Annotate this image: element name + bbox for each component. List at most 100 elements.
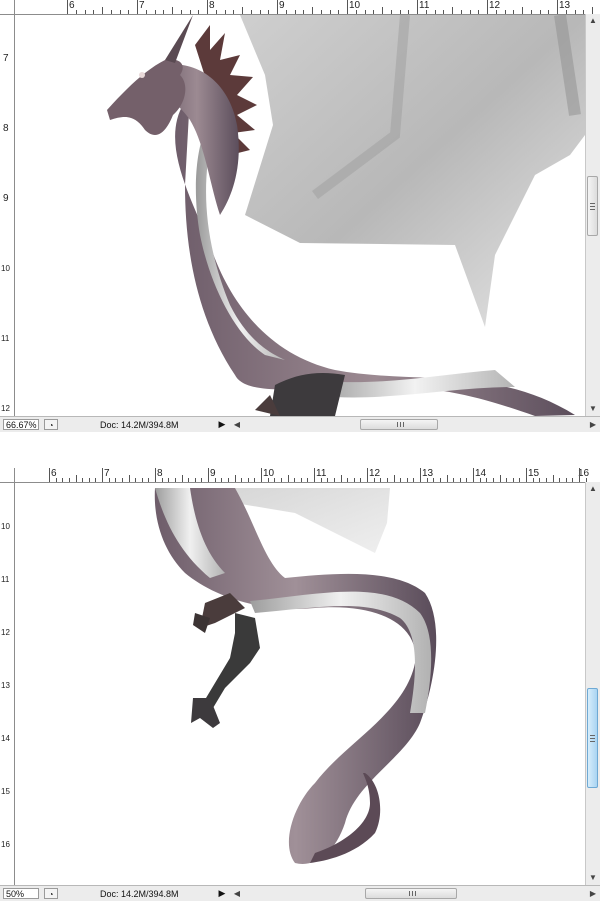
ruler-label: 16	[1, 840, 10, 849]
ruler-tick	[241, 478, 243, 482]
ruler-tick	[373, 478, 375, 482]
scroll-up-icon[interactable]: ▲	[586, 14, 600, 28]
ruler-tick	[545, 478, 547, 482]
status-bar: 66.67% ◔ Doc: 14.2M/394.8M ▶ ◀ ▶	[0, 416, 600, 432]
ruler-tick	[287, 475, 289, 482]
ruler-tick	[128, 475, 130, 482]
dragon-artwork	[107, 15, 585, 416]
scroll-grip	[412, 891, 413, 896]
ruler-tick	[181, 475, 183, 482]
triangle-right-icon[interactable]: ▶	[216, 888, 228, 899]
vertical-ruler[interactable]: 10 11 12 13 14 15 16	[0, 482, 15, 885]
ruler-tick	[110, 10, 112, 14]
ruler-tick	[460, 10, 462, 14]
scroll-grip	[400, 422, 401, 427]
vertical-scrollbar[interactable]: ▲ ▼	[585, 482, 600, 885]
ruler-tick	[88, 478, 90, 482]
zoom-field[interactable]: 50%	[3, 888, 39, 899]
ruler-tick	[519, 478, 521, 482]
ruler-tick	[207, 0, 208, 14]
vertical-scrollbar[interactable]: ▲ ▼	[585, 14, 600, 416]
arrow-right-icon[interactable]: ▶	[586, 887, 600, 901]
ruler-tick	[208, 468, 209, 482]
ruler-tick	[168, 478, 170, 482]
ruler-tick	[234, 475, 236, 482]
horizontal-scrollbar[interactable]: ◀ ▶	[230, 417, 600, 432]
ruler-tick	[137, 0, 138, 14]
ruler-tick	[492, 478, 494, 482]
ruler-tick	[565, 10, 567, 14]
image-canvas[interactable]	[15, 15, 585, 416]
ruler-tick	[84, 10, 86, 14]
arrow-right-icon[interactable]: ▶	[586, 418, 600, 432]
ruler-tick	[119, 10, 121, 14]
ruler-tick	[408, 10, 410, 14]
separator	[0, 432, 600, 468]
ruler-tick	[49, 468, 50, 482]
ruler-tick	[268, 10, 270, 14]
image-canvas[interactable]	[15, 483, 585, 885]
ruler-tick	[233, 10, 235, 14]
horizontal-scrollbar[interactable]: ◀ ▶	[230, 886, 600, 901]
ruler-tick	[55, 478, 57, 482]
ruler-tick	[82, 478, 84, 482]
horizontal-scroll-thumb[interactable]	[360, 419, 438, 430]
ruler-tick	[453, 478, 455, 482]
ruler-origin[interactable]	[0, 0, 15, 15]
vertical-scroll-thumb[interactable]	[587, 688, 598, 788]
ruler-tick	[373, 10, 375, 14]
ruler-tick	[400, 478, 402, 482]
ruler-tick	[227, 478, 229, 482]
ruler-tick	[499, 475, 501, 482]
triangle-right-icon[interactable]: ▶	[216, 419, 228, 430]
ruler-label: 10	[349, 0, 361, 11]
ruler-tick	[294, 10, 296, 14]
ruler-tick	[539, 10, 541, 14]
ruler-tick	[128, 10, 130, 14]
document-info-icon[interactable]: ◔	[44, 888, 58, 899]
ruler-tick	[417, 0, 418, 14]
ruler-label: 9	[279, 0, 285, 11]
ruler-label: 7	[139, 0, 145, 11]
ruler-tick	[532, 478, 534, 482]
arrow-left-icon[interactable]: ◀	[230, 418, 244, 432]
ruler-tick	[539, 478, 541, 482]
ruler-label: 10	[1, 522, 10, 531]
zoom-field[interactable]: 66.67%	[3, 419, 39, 430]
arrow-left-icon[interactable]: ◀	[230, 887, 244, 901]
ruler-tick	[102, 7, 103, 14]
ruler-tick	[347, 478, 349, 482]
ruler-label: 12	[1, 628, 10, 637]
ruler-tick	[512, 478, 514, 482]
ruler-tick	[327, 478, 329, 482]
scroll-down-icon[interactable]: ▼	[586, 402, 600, 416]
ruler-tick	[559, 478, 561, 482]
vertical-scroll-thumb[interactable]	[587, 176, 598, 236]
ruler-tick	[355, 10, 357, 14]
ruler-tick	[75, 10, 77, 14]
vertical-ruler[interactable]: 7 8 9 10 11 12	[0, 14, 15, 416]
ruler-tick	[466, 478, 468, 482]
scroll-down-icon[interactable]: ▼	[586, 871, 600, 885]
ruler-tick	[574, 10, 576, 14]
ruler-tick	[148, 478, 150, 482]
ruler-tick	[267, 478, 269, 482]
ruler-tick	[198, 10, 200, 14]
ruler-tick	[320, 478, 322, 482]
scroll-up-icon[interactable]: ▲	[586, 482, 600, 496]
ruler-tick	[194, 478, 196, 482]
doc-size-readout: Doc: 14.2M/394.8M	[100, 889, 179, 899]
ruler-tick	[434, 10, 436, 14]
ruler-tick	[214, 478, 216, 482]
ruler-label: 15	[1, 787, 10, 796]
ruler-tick	[592, 7, 593, 14]
ruler-origin[interactable]	[0, 468, 15, 483]
document-info-icon[interactable]: ◔	[44, 419, 58, 430]
horizontal-ruler[interactable]: 6 7 8 9 10 11 12 13 14 15 16	[0, 468, 600, 483]
ruler-tick	[526, 468, 527, 482]
ruler-label: 6	[69, 0, 75, 11]
ruler-tick	[413, 478, 415, 482]
horizontal-scroll-thumb[interactable]	[365, 888, 457, 899]
horizontal-ruler[interactable]: 6 7 8 9 10 11 12 13	[0, 0, 600, 15]
ruler-tick	[172, 7, 173, 14]
